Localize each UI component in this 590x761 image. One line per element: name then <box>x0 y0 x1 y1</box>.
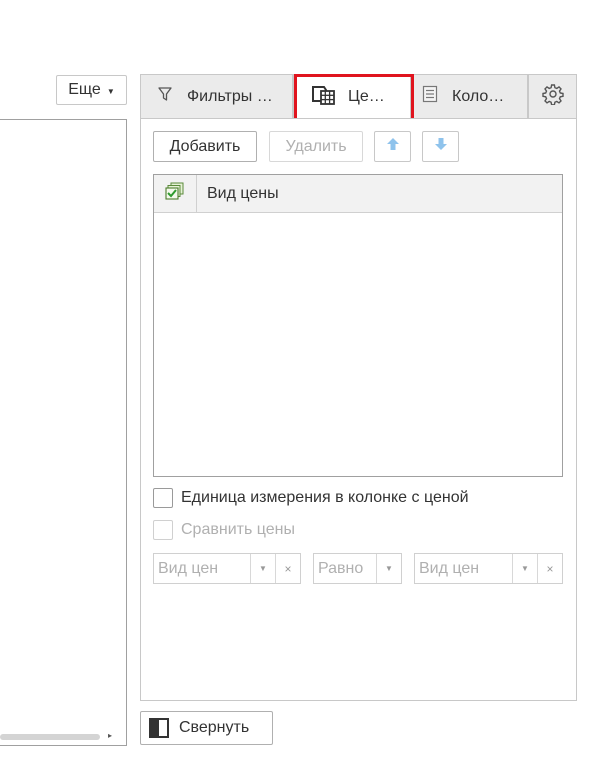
tab-filters[interactable]: Фильтры … <box>140 74 293 119</box>
price-types-table[interactable]: Вид цены <box>153 174 563 477</box>
tab-filters-label: Фильтры … <box>187 87 273 105</box>
price-type-1-input[interactable]: Вид цен <box>154 560 250 578</box>
list-pane <box>0 119 127 746</box>
price-type-2-field[interactable]: Вид цен ▼ × <box>414 553 563 584</box>
compare-prices-checkbox[interactable] <box>153 520 173 540</box>
arrow-down-icon <box>433 136 449 157</box>
chevron-down-icon[interactable]: ▼ <box>376 554 401 583</box>
clear-icon[interactable]: × <box>275 554 300 583</box>
horizontal-scrollbar[interactable] <box>0 734 100 740</box>
condition-field[interactable]: Равно ▼ <box>313 553 402 584</box>
chevron-down-icon[interactable]: ▼ <box>512 554 537 583</box>
price-type-2-input[interactable]: Вид цен <box>415 560 512 578</box>
move-down-button[interactable] <box>422 131 459 162</box>
table-header: Вид цены <box>154 175 562 213</box>
move-up-button[interactable] <box>374 131 411 162</box>
gear-icon <box>541 83 564 110</box>
clear-icon[interactable]: × <box>537 554 562 583</box>
unit-in-price-column-label: Единица измерения в колонке с ценой <box>181 489 469 506</box>
collapse-button-label: Свернуть <box>179 719 250 736</box>
add-button[interactable]: Добавить <box>153 131 257 162</box>
tab-columns[interactable]: Коло… <box>411 74 528 119</box>
filter-icon <box>157 86 173 107</box>
collapse-button[interactable]: Свернуть <box>140 711 273 745</box>
chevron-down-icon[interactable]: ▼ <box>250 554 275 583</box>
more-button[interactable]: Еще ▼ <box>56 75 127 105</box>
unit-in-price-column-option[interactable]: Единица измерения в колонке с ценой <box>153 488 469 508</box>
price-type-column-header[interactable]: Вид цены <box>197 185 279 203</box>
compare-prices-option[interactable]: Сравнить цены <box>153 520 295 540</box>
tab-prices[interactable]: Це… <box>293 74 411 119</box>
checkmark-stack-icon <box>165 182 185 205</box>
price-calculator-icon <box>310 83 336 110</box>
price-type-1-field[interactable]: Вид цен ▼ × <box>153 553 301 584</box>
delete-button[interactable]: Удалить <box>269 131 363 162</box>
more-button-label: Еще <box>68 81 101 98</box>
scroll-right-icon[interactable]: ▸ <box>108 731 112 740</box>
add-button-label: Добавить <box>169 137 241 155</box>
condition-input[interactable]: Равно <box>314 560 376 578</box>
compare-prices-label: Сравнить цены <box>181 521 295 538</box>
settings-button[interactable] <box>528 74 577 119</box>
tab-columns-label: Коло… <box>452 87 505 105</box>
arrow-up-icon <box>385 136 401 157</box>
caret-down-icon: ▼ <box>106 86 115 96</box>
mark-column-header[interactable] <box>154 175 197 212</box>
columns-list-icon <box>422 85 438 108</box>
collapse-panel-icon <box>149 718 169 738</box>
delete-button-label: Удалить <box>285 137 347 155</box>
unit-in-price-column-checkbox[interactable] <box>153 488 173 508</box>
tab-prices-label: Це… <box>348 87 385 105</box>
